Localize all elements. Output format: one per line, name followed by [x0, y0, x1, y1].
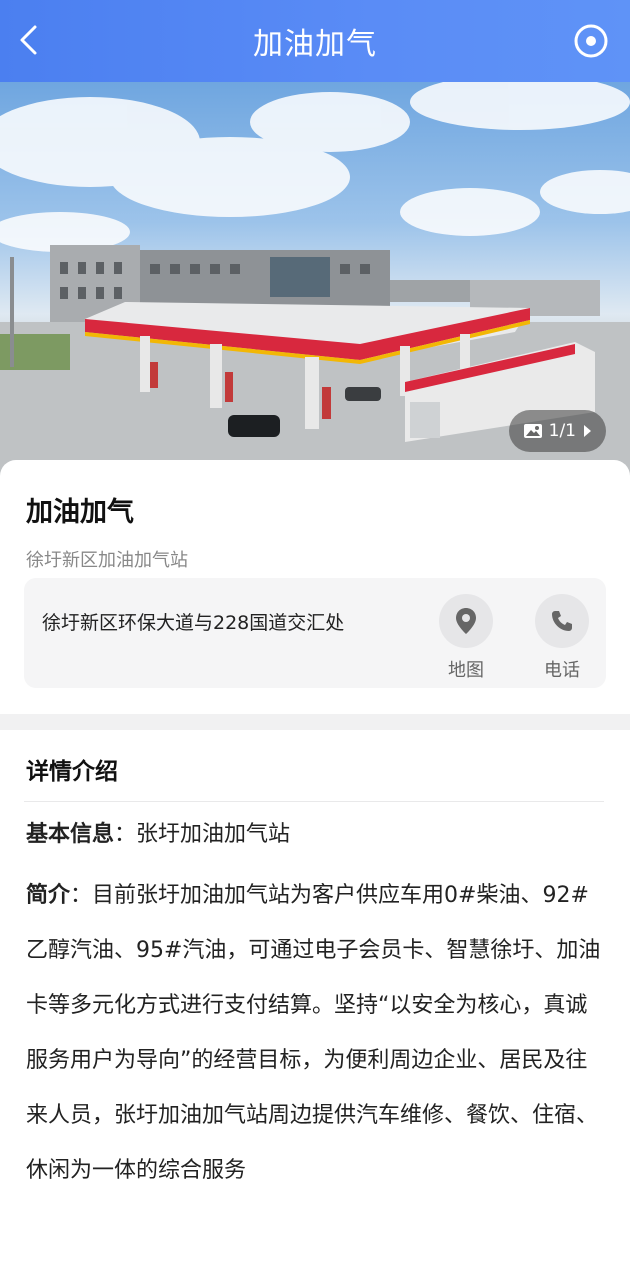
back-button[interactable] [10, 20, 46, 60]
intro-colon: ： [70, 883, 93, 908]
map-button-circle [439, 594, 493, 648]
intro-text: 目前张圩加油加气站为客户供应车用0#柴油、92#乙醇汽油、95#汽油，可通过电子… [26, 883, 601, 1183]
details-title: 详情介绍 [26, 759, 118, 785]
target-button[interactable] [574, 24, 608, 58]
image-counter[interactable]: 1/1 [508, 410, 606, 452]
phone-label: 电话 [544, 660, 580, 681]
phone-button[interactable]: 电话 [534, 594, 590, 682]
station-subtitle: 徐圩新区加油加气站 [26, 550, 188, 571]
phone-icon [552, 611, 572, 631]
image-icon [523, 424, 542, 438]
station-photo[interactable]: 1/1 [0, 82, 630, 482]
basic-info-value: 张圩加油加气站 [136, 822, 291, 847]
caret-right-icon [584, 425, 591, 437]
intro-paragraph: 简介：目前张圩加油加气站为客户供应车用0#柴油、92#乙醇汽油、95#汽油，可通… [26, 868, 606, 1198]
details-divider [24, 801, 604, 802]
basic-info-row: 基本信息：张圩加油加气站 [26, 816, 290, 848]
map-pin-icon [456, 608, 476, 634]
station-info-card: 加油加气 徐圩新区加油加气站 徐圩新区环保大道与228国道交汇处 地图 电话 [0, 460, 630, 714]
address-box: 徐圩新区环保大道与228国道交汇处 地图 电话 [24, 578, 606, 688]
basic-info-colon: ： [114, 822, 137, 847]
section-divider [0, 714, 630, 730]
target-circle-icon [574, 24, 608, 58]
chevron-left-icon [20, 25, 37, 55]
image-counter-text: 1/1 [548, 421, 576, 441]
intro-label: 简介 [26, 883, 71, 908]
top-bar: 加油加气 [0, 0, 630, 82]
map-label: 地图 [448, 660, 484, 681]
map-button[interactable]: 地图 [438, 594, 494, 682]
station-address: 徐圩新区环保大道与228国道交汇处 [42, 612, 345, 634]
station-name: 加油加气 [26, 497, 134, 528]
basic-info-label: 基本信息 [26, 822, 115, 847]
phone-button-circle [535, 594, 589, 648]
page-title: 加油加气 [253, 27, 377, 62]
